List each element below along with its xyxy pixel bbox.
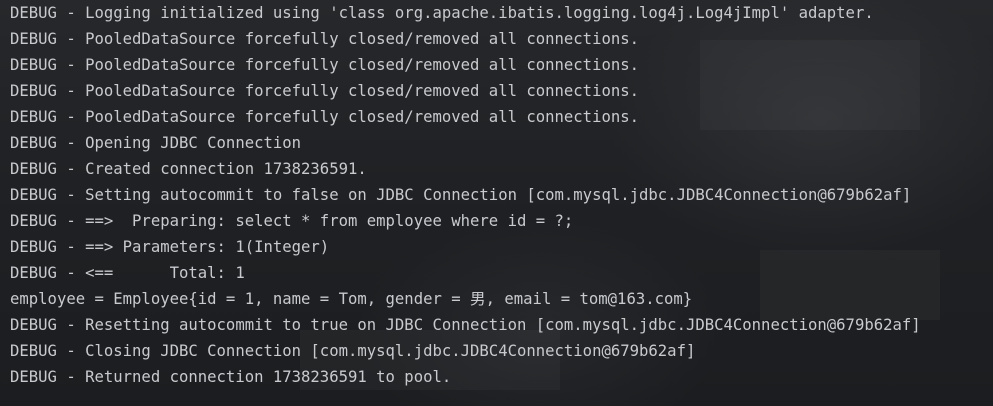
output-line: employee = Employee{id = 1, name = Tom, … bbox=[10, 290, 693, 308]
log-line: DEBUG - PooledDataSource forcefully clos… bbox=[10, 108, 640, 126]
log-line: DEBUG - Logging initialized using 'class… bbox=[10, 4, 874, 22]
log-line: DEBUG - Created connection 1738236591. bbox=[10, 160, 367, 178]
console-output-panel[interactable]: DEBUG - Logging initialized using 'class… bbox=[0, 0, 993, 406]
log-line: DEBUG - ==> Preparing: select * from emp… bbox=[10, 212, 574, 230]
log-line: DEBUG - Setting autocommit to false on J… bbox=[10, 186, 912, 204]
log-line: DEBUG - PooledDataSource forcefully clos… bbox=[10, 30, 640, 48]
log-line: DEBUG - Resetting autocommit to true on … bbox=[10, 316, 921, 334]
log-line: DEBUG - <== Total: 1 bbox=[10, 264, 245, 282]
log-line: DEBUG - Closing JDBC Connection [com.mys… bbox=[10, 342, 696, 360]
log-line: DEBUG - PooledDataSource forcefully clos… bbox=[10, 56, 640, 74]
log-line: DEBUG - PooledDataSource forcefully clos… bbox=[10, 82, 640, 100]
log-line: DEBUG - Opening JDBC Connection bbox=[10, 134, 302, 152]
log-line: DEBUG - ==> Parameters: 1(Integer) bbox=[10, 238, 330, 256]
log-lines: DEBUG - Logging initialized using 'class… bbox=[10, 0, 921, 390]
log-line: DEBUG - Returned connection 1738236591 t… bbox=[10, 368, 452, 386]
